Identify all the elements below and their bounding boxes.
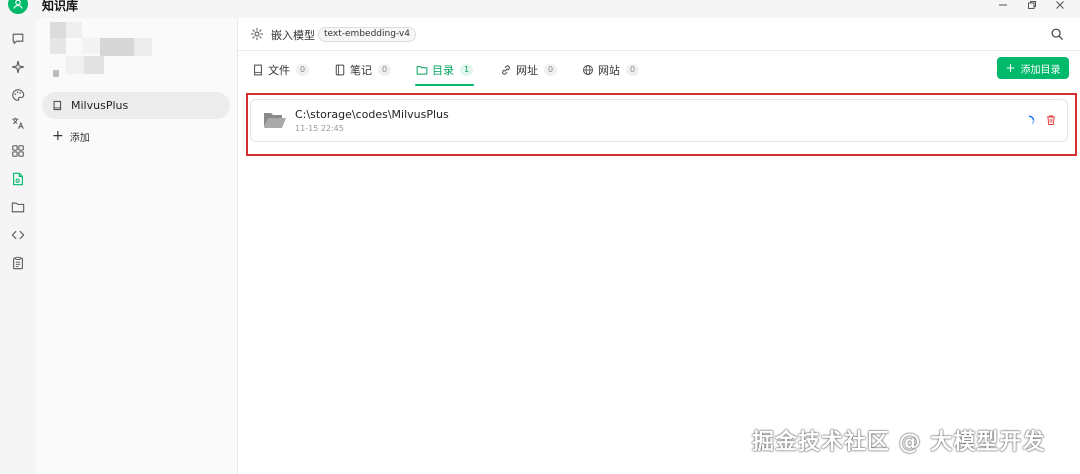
delete-icon[interactable]: [1045, 114, 1057, 126]
top-bar: 嵌入模型 text-embedding-v4: [238, 18, 1080, 51]
rail-palette[interactable]: [9, 86, 27, 104]
kb-item-label: MilvusPlus: [71, 99, 129, 112]
tab-notes-label: 笔记: [350, 64, 372, 77]
directory-item[interactable]: C:\storage\codes\MilvusPlus 11-15 22:45: [250, 99, 1068, 142]
tab-files-count: 0: [296, 64, 309, 76]
add-directory-button[interactable]: + 添加目录: [997, 57, 1069, 79]
tab-files[interactable]: 文件 0: [252, 61, 309, 79]
tab-websites[interactable]: 网站 0: [582, 61, 639, 79]
rail-knowledge[interactable]: [9, 170, 27, 188]
tab-websites-count: 0: [626, 64, 639, 76]
open-folder-icon: [264, 113, 286, 128]
close-button[interactable]: [1053, 0, 1067, 12]
folder-icon: [11, 202, 25, 213]
directory-time: 11-15 22:45: [295, 124, 344, 133]
knowledge-list-panel: MilvusPlus + 添加: [36, 18, 238, 474]
tab-notes[interactable]: 笔记 0: [334, 61, 391, 79]
tab-urls-count: 0: [544, 64, 557, 76]
tab-directories-label: 目录: [432, 64, 454, 77]
folder-icon: [416, 66, 428, 75]
add-directory-label: 添加目录: [1020, 64, 1061, 76]
directory-path: C:\storage\codes\MilvusPlus: [295, 108, 449, 121]
title-bar: 知识库: [0, 0, 1080, 14]
globe-icon: [583, 65, 593, 75]
translate-icon: [12, 117, 24, 129]
tab-urls[interactable]: 网址 0: [500, 61, 557, 79]
rail-files[interactable]: [9, 198, 27, 216]
close-icon: [1056, 1, 1064, 9]
add-kb-label: 添加: [69, 132, 90, 144]
tab-directories-count: 1: [460, 64, 473, 76]
app-title: 知识库: [42, 0, 79, 13]
code-icon: [11, 230, 25, 240]
watermark: 掘金技术社区 @ 大模型开发: [752, 430, 1046, 455]
sparkle-icon: [11, 60, 25, 74]
chat-icon: [12, 33, 24, 44]
plus-icon: +: [52, 128, 64, 144]
embedding-model-label: 嵌入模型: [271, 29, 315, 42]
add-kb-button[interactable]: + 添加: [52, 128, 90, 144]
embedding-model-tag: text-embedding-v4: [318, 27, 416, 42]
link-icon: [502, 65, 510, 75]
restore-button[interactable]: [1025, 0, 1039, 12]
rail-sparkle[interactable]: [9, 58, 27, 76]
tab-notes-count: 0: [378, 64, 391, 76]
active-tab-indicator: [415, 84, 474, 86]
search-icon[interactable]: [1050, 27, 1064, 41]
user-avatar[interactable]: [8, 0, 28, 14]
tab-urls-label: 网址: [516, 64, 538, 77]
kb-item-milvusplus[interactable]: MilvusPlus: [42, 92, 230, 119]
user-icon: [13, 0, 23, 9]
tab-directories[interactable]: 目录 1: [416, 61, 473, 79]
clipboard-icon: [13, 256, 23, 270]
tab-websites-label: 网站: [598, 64, 620, 77]
file-icon: [254, 64, 262, 76]
rail-clipboard[interactable]: [9, 254, 27, 272]
gear-icon[interactable]: [250, 27, 264, 41]
notebook-icon: [335, 64, 345, 76]
loading-spinner-icon: [1028, 115, 1035, 125]
nav-rail: [0, 18, 36, 474]
rail-apps[interactable]: [9, 142, 27, 160]
minimize-icon: [999, 4, 1007, 6]
minimize-button[interactable]: [996, 0, 1010, 12]
apps-icon: [12, 145, 24, 157]
rail-code[interactable]: [9, 226, 27, 244]
rail-translate[interactable]: [9, 114, 27, 132]
main-area: 嵌入模型 text-embedding-v4 文件 0 笔记 0 目录 1 网址…: [238, 18, 1080, 474]
palette-icon: [12, 89, 25, 101]
knowledge-file-icon: [13, 172, 23, 186]
rail-chat[interactable]: [9, 30, 27, 48]
tab-files-label: 文件: [268, 64, 290, 77]
plus-icon: +: [1005, 61, 1016, 75]
tab-bar: 文件 0 笔记 0 目录 1 网址 0 网站 0 + 添加目录: [238, 51, 1080, 87]
book-icon: [53, 100, 62, 111]
restore-icon: [1028, 1, 1036, 9]
